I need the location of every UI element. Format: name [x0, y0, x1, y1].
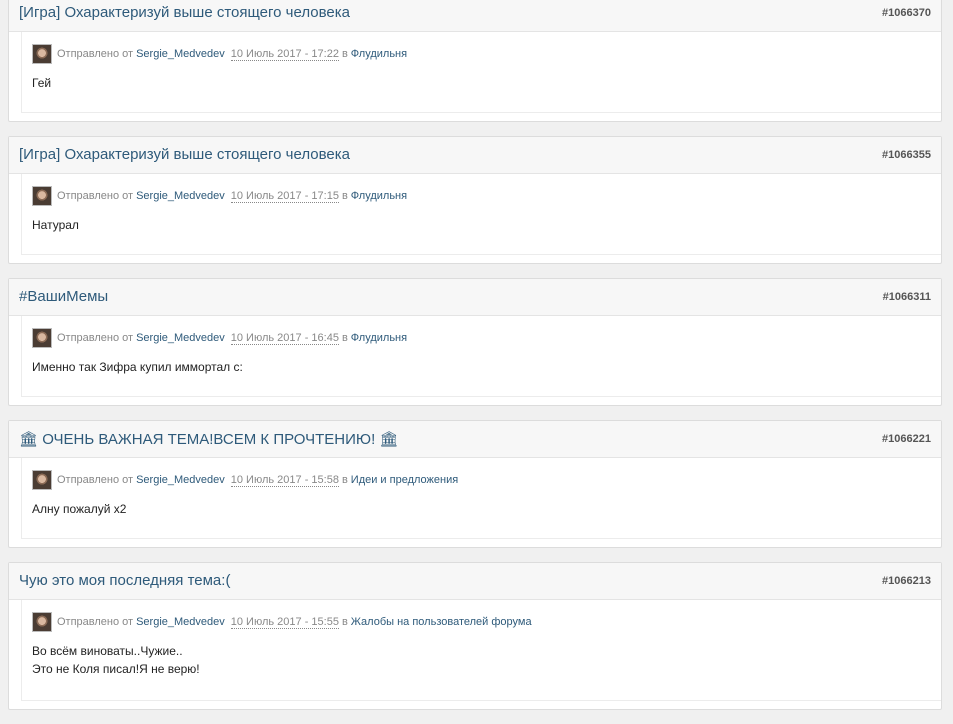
sent-by-label: Отправлено от: [57, 616, 134, 628]
post-content: Отправлено от Sergie_Medvedev 10 Июль 20…: [21, 32, 941, 113]
author-link[interactable]: Sergie_Medvedev: [136, 190, 225, 202]
post-body: Натурал: [32, 216, 79, 234]
author-link[interactable]: Sergie_Medvedev: [136, 48, 225, 60]
post-meta: Отправлено от Sergie_Medvedev 10 Июль 20…: [32, 610, 532, 634]
author-link[interactable]: Sergie_Medvedev: [136, 332, 225, 344]
avatar[interactable]: [32, 44, 52, 64]
post-card: 🏛 ОЧЕНЬ ВАЖНАЯ ТЕМА!ВСЕМ К ПРОЧТЕНИЮ! 🏛 …: [8, 420, 942, 548]
in-label: в: [341, 190, 348, 202]
post-number-link[interactable]: #1066221: [882, 433, 931, 445]
sent-by-label: Отправлено от: [57, 474, 134, 486]
forum-link[interactable]: Жалобы на пользователей форума: [351, 616, 532, 628]
post-body-line: Это не Коля писал!Я не верю!: [32, 662, 200, 676]
avatar[interactable]: [32, 470, 52, 490]
post-card: [Игра] Охарактеризуй выше стоящего челов…: [8, 136, 942, 264]
post-body-line: Во всём виноваты..Чужие..: [32, 644, 183, 658]
post-number-link[interactable]: #1066355: [882, 149, 931, 161]
post-date: 10 Июль 2017 - 15:58: [230, 473, 339, 487]
avatar[interactable]: [32, 186, 52, 206]
post-title-link[interactable]: 🏛 ОЧЕНЬ ВАЖНАЯ ТЕМА!ВСЕМ К ПРОЧТЕНИЮ! 🏛: [19, 430, 398, 448]
post-content: Отправлено от Sergie_Medvedev 10 Июль 20…: [21, 174, 941, 255]
forum-link[interactable]: Флудильня: [351, 48, 407, 60]
in-label: в: [341, 474, 348, 486]
post-body: Во всём виноваты..Чужие.. Это не Коля пи…: [32, 642, 200, 678]
forum-link[interactable]: Флудильня: [351, 332, 407, 344]
post-body-line: Натурал: [32, 218, 79, 232]
in-label: в: [341, 48, 348, 60]
post-meta: Отправлено от Sergie_Medvedev 10 Июль 20…: [32, 42, 407, 66]
post-header: #ВашиМемы #1066311: [9, 279, 941, 316]
post-body-line: Именно так Зифра купил иммортал с:: [32, 360, 243, 374]
post-header: [Игра] Охарактеризуй выше стоящего челов…: [9, 0, 941, 32]
sent-by-label: Отправлено от: [57, 332, 134, 344]
post-body: Алну пожалуй х2: [32, 500, 126, 518]
in-label: в: [341, 332, 348, 344]
post-meta: Отправлено от Sergie_Medvedev 10 Июль 20…: [32, 468, 458, 492]
post-title-link[interactable]: [Игра] Охарактеризуй выше стоящего челов…: [19, 4, 350, 21]
post-meta: Отправлено от Sergie_Medvedev 10 Июль 20…: [32, 326, 407, 350]
author-link[interactable]: Sergie_Medvedev: [136, 474, 225, 486]
post-title-link[interactable]: [Игра] Охарактеризуй выше стоящего челов…: [19, 146, 350, 163]
forum-link[interactable]: Идеи и предложения: [351, 474, 458, 486]
post-content: Отправлено от Sergie_Medvedev 10 Июль 20…: [21, 458, 941, 539]
post-card: Чую это моя последняя тема:( #1066213 От…: [8, 562, 942, 710]
post-number-link[interactable]: #1066311: [883, 291, 931, 303]
post-title-link[interactable]: Чую это моя последняя тема:(: [19, 572, 230, 589]
post-date: 10 Июль 2017 - 15:55: [230, 615, 339, 629]
post-body: Именно так Зифра купил иммортал с:: [32, 358, 243, 376]
post-content: Отправлено от Sergie_Medvedev 10 Июль 20…: [21, 600, 941, 701]
post-body-line: Алну пожалуй х2: [32, 502, 127, 516]
post-header: [Игра] Охарактеризуй выше стоящего челов…: [9, 137, 941, 174]
in-label: в: [341, 616, 348, 628]
post-number-link[interactable]: #1066213: [882, 575, 931, 587]
sent-by-label: Отправлено от: [57, 48, 134, 60]
post-body: Гей: [32, 74, 51, 92]
post-date: 10 Июль 2017 - 17:15: [230, 189, 339, 203]
post-number-link[interactable]: #1066370: [882, 7, 931, 19]
post-card: [Игра] Охарактеризуй выше стоящего челов…: [8, 0, 942, 122]
forum-link[interactable]: Флудильня: [351, 190, 407, 202]
post-date: 10 Июль 2017 - 17:22: [230, 47, 339, 61]
post-header: Чую это моя последняя тема:( #1066213: [9, 563, 941, 600]
post-header: 🏛 ОЧЕНЬ ВАЖНАЯ ТЕМА!ВСЕМ К ПРОЧТЕНИЮ! 🏛 …: [9, 421, 941, 458]
post-date: 10 Июль 2017 - 16:45: [230, 331, 339, 345]
post-meta: Отправлено от Sergie_Medvedev 10 Июль 20…: [32, 184, 407, 208]
post-content: Отправлено от Sergie_Medvedev 10 Июль 20…: [21, 316, 941, 397]
avatar[interactable]: [32, 612, 52, 632]
post-title-link[interactable]: #ВашиМемы: [19, 288, 108, 305]
sent-by-label: Отправлено от: [57, 190, 134, 202]
author-link[interactable]: Sergie_Medvedev: [136, 616, 225, 628]
post-body-line: Гей: [32, 76, 52, 90]
post-card: #ВашиМемы #1066311 Отправлено от Sergie_…: [8, 278, 942, 406]
avatar[interactable]: [32, 328, 52, 348]
